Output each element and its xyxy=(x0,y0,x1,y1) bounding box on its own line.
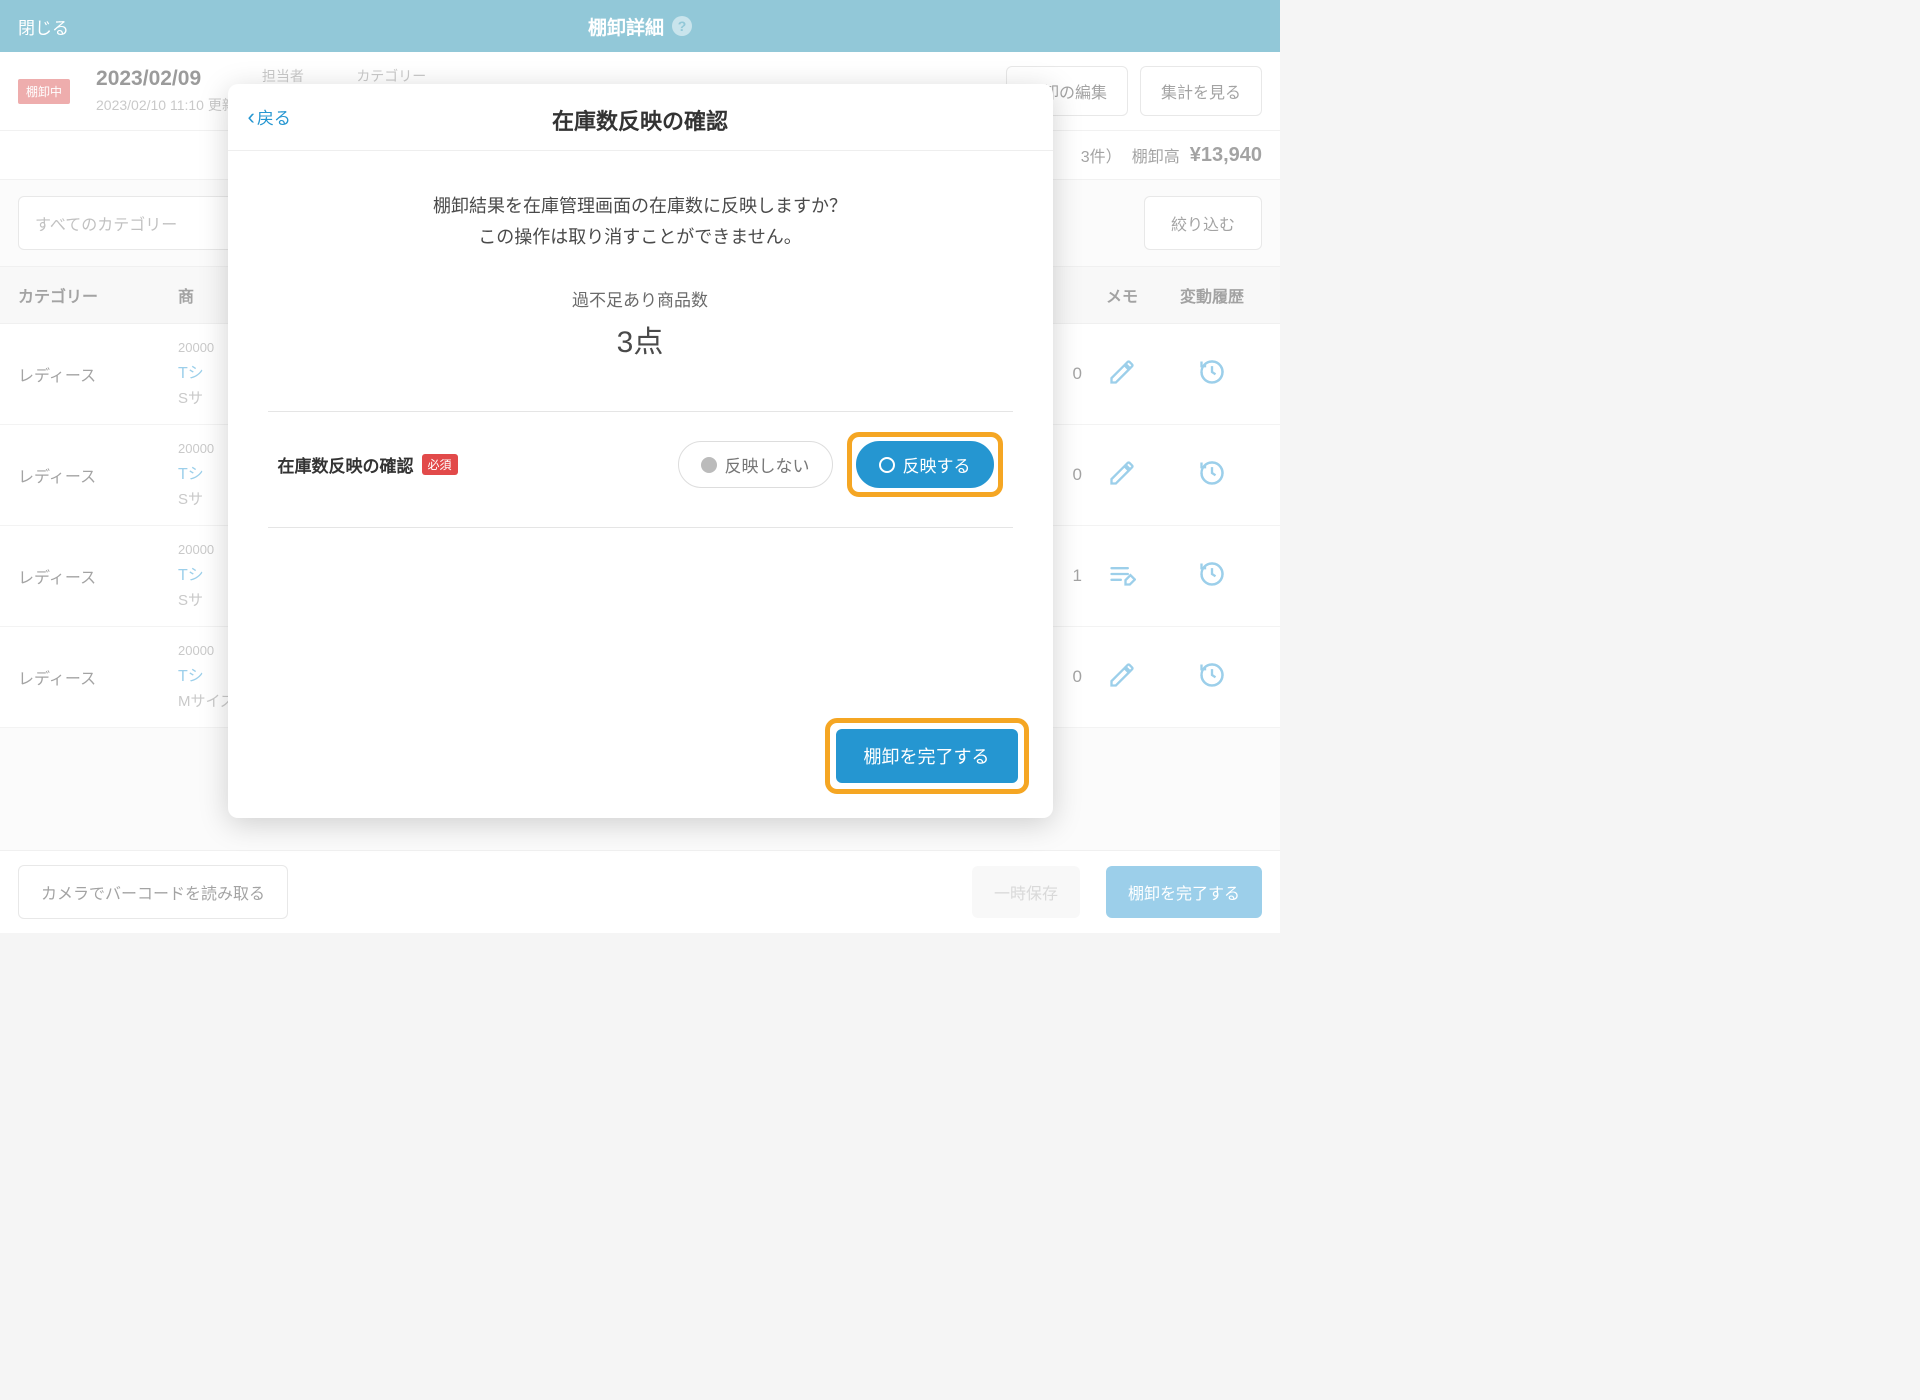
reflect-toggle-group: 反映しない 反映する xyxy=(678,432,1003,497)
modal-spacer xyxy=(228,528,1053,698)
modal-footer: 棚卸を完了する xyxy=(228,698,1053,818)
reflect-yes-label: 反映する xyxy=(903,452,971,477)
modal-header: ‹ 戻る 在庫数反映の確認 xyxy=(228,84,1053,151)
modal-complete-button[interactable]: 棚卸を完了する xyxy=(836,729,1018,783)
reflect-confirm-modal: ‹ 戻る 在庫数反映の確認 棚卸結果を在庫管理画面の在庫数に反映しますか？ この… xyxy=(228,84,1053,818)
back-label: 戻る xyxy=(257,104,291,129)
confirm-label: 在庫数反映の確認 xyxy=(278,452,414,477)
radio-off-icon xyxy=(701,457,717,473)
back-button[interactable]: ‹ 戻る xyxy=(248,104,291,129)
radio-on-icon xyxy=(879,457,895,473)
modal-question-2: この操作は取り消すことができません。 xyxy=(278,222,1003,253)
reflect-no-label: 反映しない xyxy=(725,452,810,477)
modal-question-1: 棚卸結果を在庫管理画面の在庫数に反映しますか？ xyxy=(278,191,1003,222)
modal-body: 棚卸結果を在庫管理画面の在庫数に反映しますか？ この操作は取り消すことができませ… xyxy=(228,151,1053,381)
required-badge: 必須 xyxy=(422,454,458,475)
shortage-label: 過不足あり商品数 xyxy=(278,286,1003,311)
chevron-left-icon: ‹ xyxy=(248,106,255,128)
shortage-count: 3点 xyxy=(278,317,1003,361)
modal-overlay: ‹ 戻る 在庫数反映の確認 棚卸結果を在庫管理画面の在庫数に反映しますか？ この… xyxy=(0,0,1280,933)
reflect-yes-option[interactable]: 反映する xyxy=(856,441,994,488)
highlight-complete-button: 棚卸を完了する xyxy=(825,718,1029,794)
confirm-row: 在庫数反映の確認 必須 反映しない 反映する xyxy=(268,411,1013,528)
reflect-no-option[interactable]: 反映しない xyxy=(678,441,833,488)
highlight-reflect-yes: 反映する xyxy=(847,432,1003,497)
modal-title: 在庫数反映の確認 xyxy=(252,104,1029,136)
